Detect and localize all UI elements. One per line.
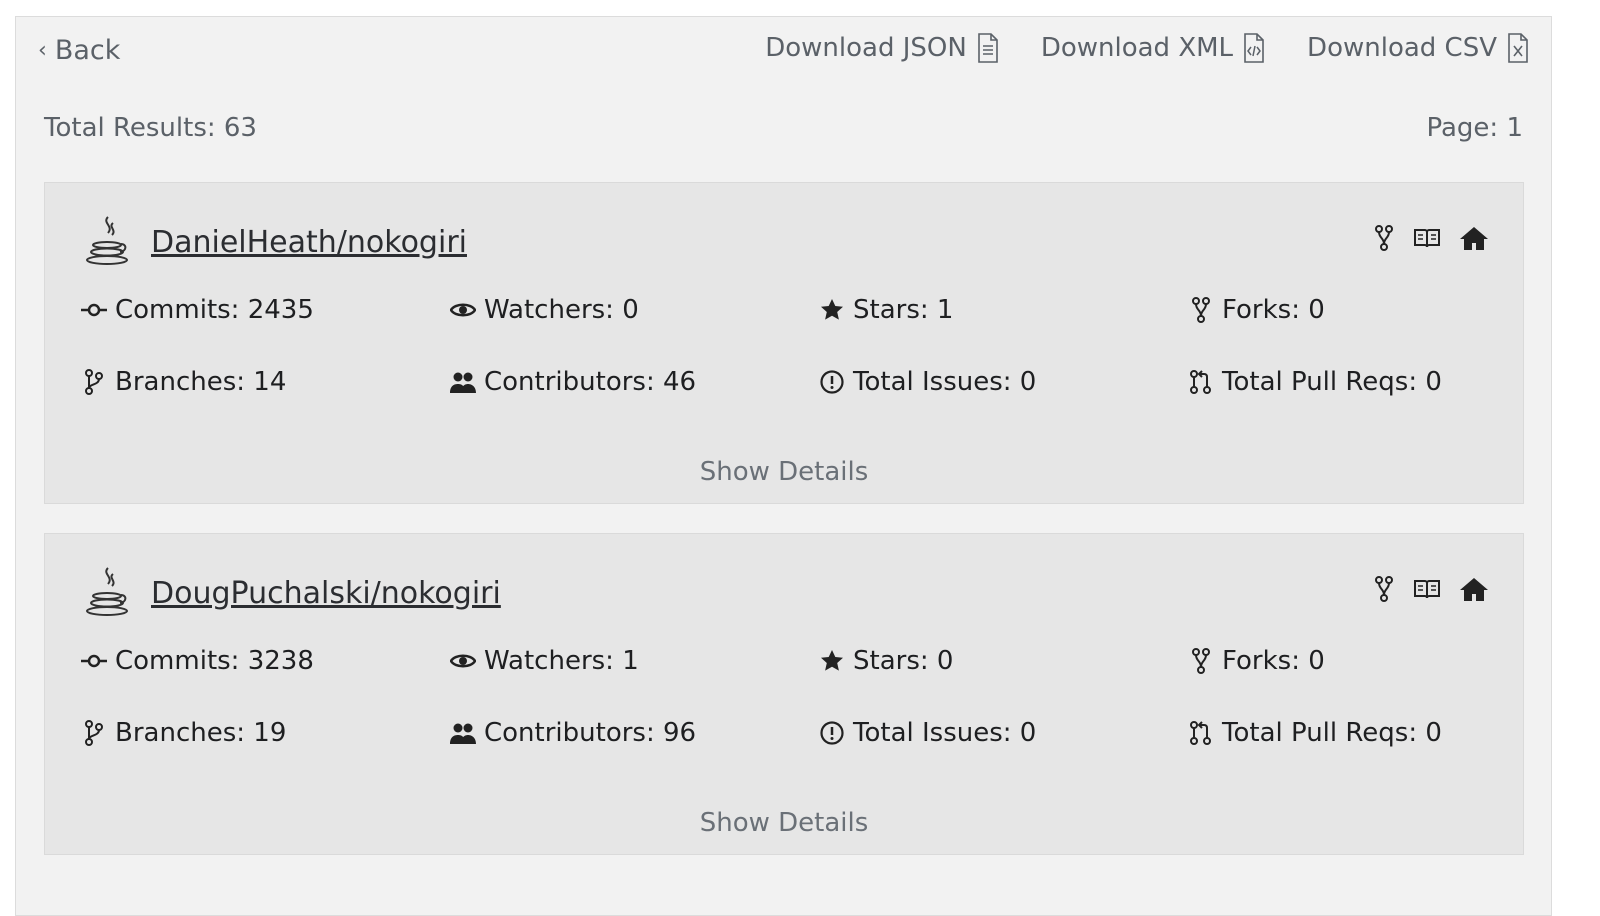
branch-icon (85, 720, 103, 746)
pull-reqs-stat: Total Pull Reqs: 0 (1188, 367, 1488, 397)
repo-stats: Commits: 3238 Watchers: 1 Stars: 0 Forks… (81, 646, 1488, 748)
issue-icon (820, 370, 844, 394)
pull-request-icon (1190, 721, 1211, 745)
pull-reqs-value: Total Pull Reqs: 0 (1222, 367, 1442, 397)
commit-icon (81, 303, 107, 317)
fork-icon[interactable] (1373, 225, 1395, 251)
home-icon[interactable] (1459, 225, 1489, 251)
pull-reqs-value: Total Pull Reqs: 0 (1222, 718, 1442, 748)
java-icon (86, 216, 128, 265)
download-links: Download JSON Download XML Download CSV (765, 33, 1531, 63)
chevron-left-icon: ‹ (38, 37, 47, 63)
book-icon[interactable] (1413, 227, 1441, 249)
branches-stat: Branches: 14 (81, 367, 450, 397)
forks-stat: Forks: 0 (1188, 646, 1488, 676)
download-json-label: Download JSON (765, 33, 967, 63)
pull-reqs-stat: Total Pull Reqs: 0 (1188, 718, 1488, 748)
file-excel-icon (1508, 33, 1528, 63)
fork-icon (1192, 648, 1210, 674)
contributors-stat: Contributors: 46 (450, 367, 819, 397)
fork-icon (1192, 297, 1210, 323)
repo-card: DougPuchalski/nokogiri Commits: 3238 Wat… (44, 533, 1524, 855)
home-icon[interactable] (1459, 576, 1489, 602)
issues-value: Total Issues: 0 (853, 718, 1037, 748)
branches-value: Branches: 19 (115, 718, 287, 748)
download-csv-label: Download CSV (1307, 33, 1497, 63)
download-xml-button[interactable]: Download XML (1041, 33, 1267, 63)
commits-value: Commits: 3238 (115, 646, 314, 676)
show-details-button[interactable]: Show Details (45, 457, 1523, 487)
branches-value: Branches: 14 (115, 367, 287, 397)
repo-stats: Commits: 2435 Watchers: 0 Stars: 1 Forks… (81, 295, 1488, 397)
book-icon[interactable] (1413, 578, 1441, 600)
download-xml-label: Download XML (1040, 33, 1234, 63)
contributors-value: Contributors: 46 (484, 367, 697, 397)
back-button[interactable]: ‹ Back (38, 35, 120, 66)
contributors-value: Contributors: 96 (484, 718, 697, 748)
issues-value: Total Issues: 0 (853, 367, 1037, 397)
repo-title-row: DougPuchalski/nokogiri (83, 564, 501, 622)
watchers-stat: Watchers: 0 (450, 295, 819, 325)
repo-actions (1373, 576, 1489, 602)
people-icon (450, 723, 476, 744)
repo-link[interactable]: DougPuchalski/nokogiri (151, 576, 501, 611)
commits-stat: Commits: 2435 (81, 295, 450, 325)
people-icon (450, 372, 476, 393)
forks-value: Forks: 0 (1222, 295, 1325, 325)
fork-icon[interactable] (1373, 576, 1395, 602)
file-text-icon (978, 33, 998, 63)
file-code-icon (1244, 33, 1264, 63)
eye-icon (450, 654, 476, 668)
issues-stat: Total Issues: 0 (819, 367, 1188, 397)
forks-stat: Forks: 0 (1188, 295, 1488, 325)
total-results: Total Results: 63 (44, 113, 257, 143)
show-details-button[interactable]: Show Details (45, 808, 1523, 838)
stars-stat: Stars: 0 (819, 646, 1188, 676)
watchers-stat: Watchers: 1 (450, 646, 819, 676)
branches-stat: Branches: 19 (81, 718, 450, 748)
commits-value: Commits: 2435 (115, 295, 314, 325)
forks-value: Forks: 0 (1222, 646, 1325, 676)
repo-title-row: DanielHeath/nokogiri (83, 213, 467, 271)
java-icon (86, 567, 128, 616)
star-icon (821, 299, 843, 320)
top-bar: ‹ Back Download JSON Download XML Downlo… (16, 17, 1551, 87)
repo-card: DanielHeath/nokogiri Commits: 2435 Watch… (44, 182, 1524, 504)
stars-value: Stars: 1 (853, 295, 954, 325)
issue-icon (820, 721, 844, 745)
commit-icon (81, 654, 107, 668)
stars-stat: Stars: 1 (819, 295, 1188, 325)
star-icon (821, 650, 843, 671)
pull-request-icon (1190, 370, 1211, 394)
branch-icon (85, 369, 103, 395)
issues-stat: Total Issues: 0 (819, 718, 1188, 748)
watchers-value: Watchers: 1 (484, 646, 639, 676)
commits-stat: Commits: 3238 (81, 646, 450, 676)
download-csv-button[interactable]: Download CSV (1307, 33, 1531, 63)
back-label: Back (54, 35, 121, 66)
eye-icon (450, 303, 476, 317)
page-indicator: Page: 1 (1426, 113, 1523, 143)
download-json-button[interactable]: Download JSON (765, 33, 1001, 63)
watchers-value: Watchers: 0 (484, 295, 639, 325)
stars-value: Stars: 0 (853, 646, 954, 676)
contributors-stat: Contributors: 96 (450, 718, 819, 748)
repo-link[interactable]: DanielHeath/nokogiri (151, 225, 467, 260)
results-panel: ‹ Back Download JSON Download XML Downlo… (15, 16, 1552, 916)
repo-actions (1373, 225, 1489, 251)
results-summary: Total Results: 63 Page: 1 (44, 113, 1523, 143)
